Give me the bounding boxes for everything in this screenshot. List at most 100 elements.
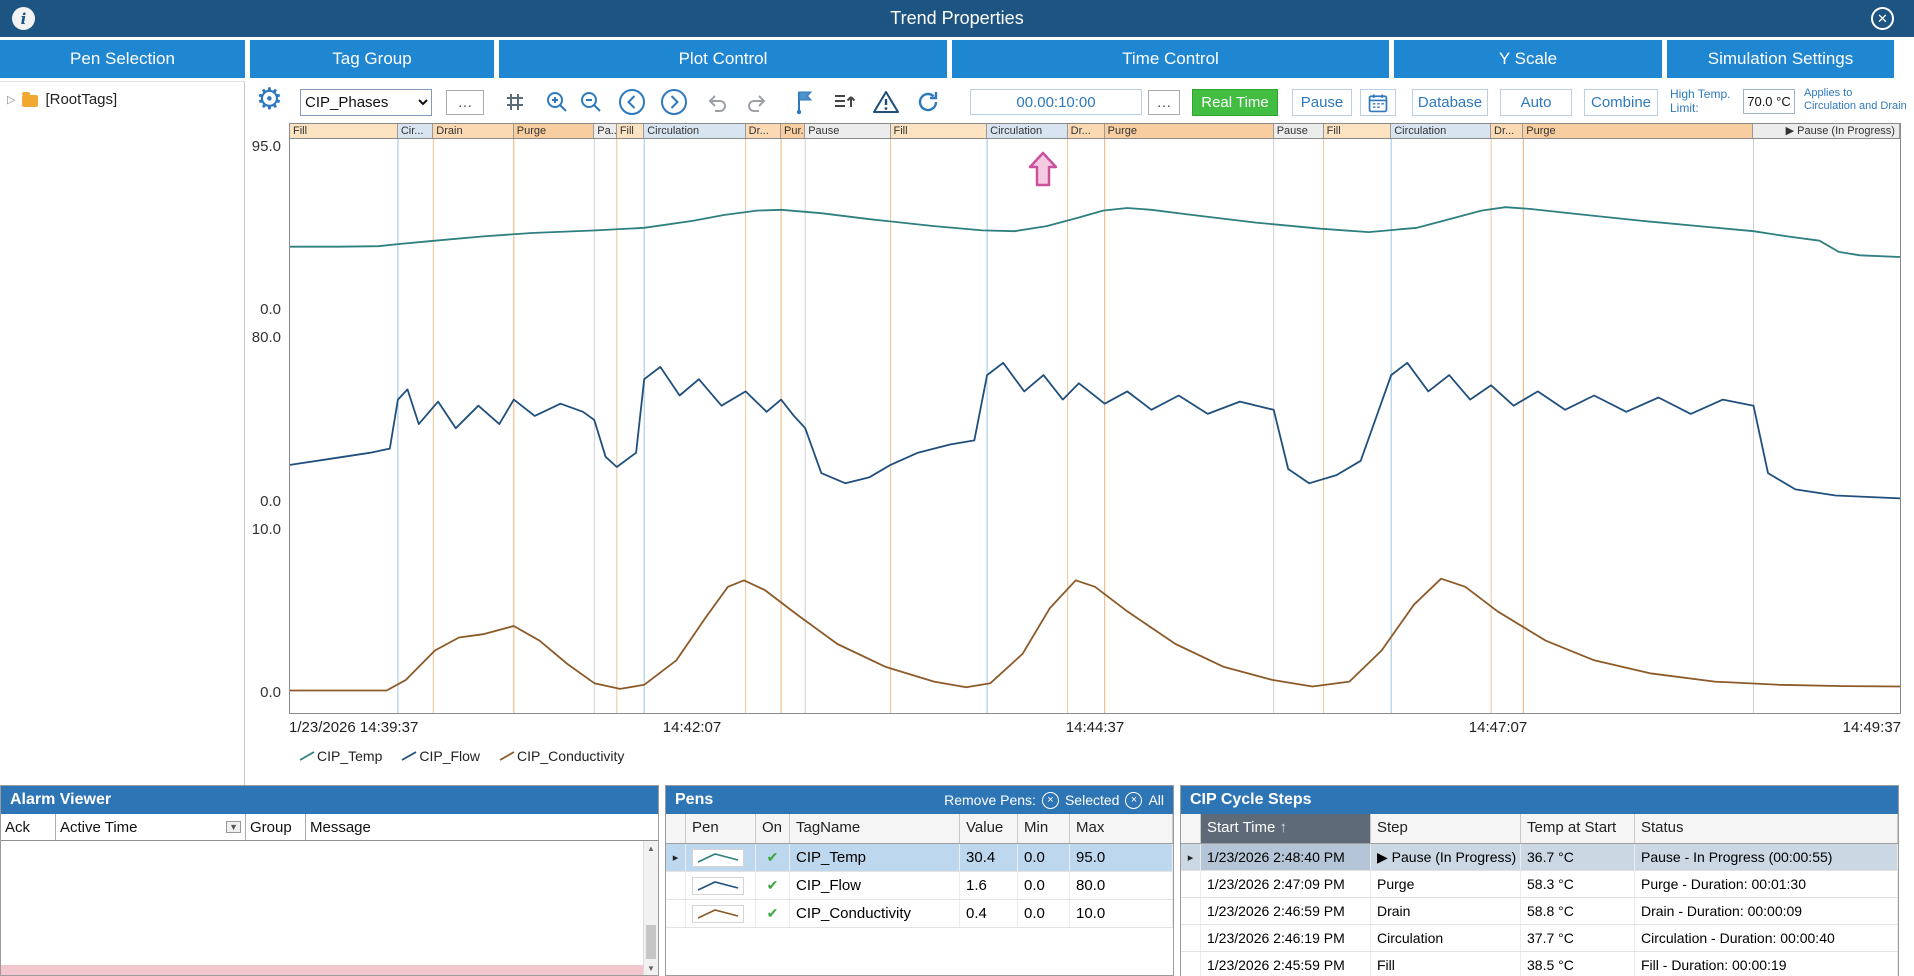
cip-table-header: Start Time ↑StepTemp at StartStatus — [1181, 814, 1898, 844]
cip-column-indicator[interactable] — [1181, 814, 1201, 843]
remove-selected-icon[interactable]: × — [1042, 792, 1059, 809]
pens-column-indicator[interactable] — [666, 814, 686, 843]
phase-segment: Pause — [805, 124, 890, 138]
pens-column-tagname[interactable]: TagName — [790, 814, 960, 843]
cip-column-temp-at-start[interactable]: Temp at Start — [1521, 814, 1635, 843]
high-temp-limit-input[interactable] — [1743, 89, 1795, 114]
cip-column-step[interactable]: Step — [1371, 814, 1521, 843]
tree-item-roottags[interactable]: ▷ [RootTags] — [0, 82, 244, 117]
cip-step-row[interactable]: 1/23/2026 2:47:09 PMPurge58.3 °CPurge - … — [1181, 871, 1898, 898]
cip-temp-at-start: 58.8 °C — [1521, 898, 1635, 924]
calendar-button[interactable] — [1360, 89, 1396, 116]
x-axis-label: 14:47:07 — [1469, 719, 1527, 736]
annotation-flag-icon[interactable] — [792, 87, 818, 115]
filter-icon[interactable]: ▼ — [226, 821, 241, 833]
expand-icon[interactable]: ▷ — [7, 93, 15, 106]
real-time-button[interactable]: Real Time — [1192, 89, 1278, 116]
pen-max: 80.0 — [1070, 872, 1173, 899]
legend: CIP_TempCIP_FlowCIP_Conductivity — [298, 748, 624, 764]
grid-icon[interactable] — [504, 91, 526, 113]
pens-row[interactable]: ✔CIP_Flow1.60.080.0 — [666, 872, 1173, 900]
remove-selected-label[interactable]: Selected — [1065, 792, 1119, 808]
pens-row[interactable]: ✔CIP_Conductivity0.40.010.0 — [666, 900, 1173, 928]
legend-line-sample — [400, 750, 418, 762]
cip-column-status[interactable]: Status — [1635, 814, 1898, 843]
tab-y-scale[interactable]: Y Scale — [1394, 40, 1662, 78]
auto-button[interactable]: Auto — [1500, 89, 1572, 116]
scrollbar[interactable]: ▲ ▼ — [643, 841, 658, 975]
tag-group-more-button[interactable]: … — [446, 90, 484, 115]
database-button[interactable]: Database — [1412, 89, 1488, 116]
remove-all-icon[interactable]: × — [1125, 792, 1142, 809]
y-axis-label: 0.0 — [235, 493, 281, 510]
legend-item: CIP_Conductivity — [498, 748, 624, 764]
pens-column-value[interactable]: Value — [960, 814, 1018, 843]
legend-item: CIP_Temp — [298, 748, 382, 764]
cip-steps-header: CIP Cycle Steps — [1181, 786, 1898, 814]
pens-table-header: PenOnTagNameValueMinMax — [666, 814, 1173, 844]
cip-step-row[interactable]: 1/23/2026 2:46:59 PMDrain58.8 °CDrain - … — [1181, 898, 1898, 925]
plot-svg — [290, 139, 1900, 713]
pens-column-pen[interactable]: Pen — [686, 814, 756, 843]
tab-pen-selection[interactable]: Pen Selection — [0, 40, 245, 78]
trend-properties-window: i Trend Properties ✕ Pen SelectionTag Gr… — [0, 0, 1914, 976]
pen-line-sample — [686, 900, 756, 927]
pens-column-min[interactable]: Min — [1018, 814, 1070, 843]
row-indicator — [1181, 898, 1201, 924]
tag-group-select[interactable]: CIP_Phases — [300, 89, 432, 116]
warning-icon[interactable] — [872, 88, 900, 116]
step-back-icon[interactable] — [618, 88, 646, 116]
x-axis-label: 14:44:37 — [1066, 719, 1124, 736]
phase-segment: Fill — [290, 124, 398, 138]
step-forward-icon[interactable] — [660, 88, 688, 116]
phase-segment: Dr... — [746, 124, 781, 138]
pens-row[interactable]: ▸✔CIP_Temp30.40.095.0 — [666, 844, 1173, 872]
phase-segment: Fill — [891, 124, 988, 138]
pen-value: 1.6 — [960, 872, 1018, 899]
scrollbar-thumb[interactable] — [646, 925, 656, 959]
gear-icon[interactable]: ⚙ — [256, 85, 283, 115]
scroll-up-icon[interactable]: ▲ — [644, 841, 658, 855]
cip-step-row[interactable]: 1/23/2026 2:45:59 PMFill38.5 °CFill - Du… — [1181, 952, 1898, 976]
pen-on-checkbox[interactable]: ✔ — [756, 872, 790, 899]
alarm-column-header: AckActive Time▼GroupMessage — [1, 814, 658, 841]
phase-strip: FillCir...DrainPurgePa...FillCirculation… — [290, 124, 1900, 139]
cip-temp-at-start: 36.7 °C — [1521, 844, 1635, 870]
y-axis-label: 0.0 — [235, 301, 281, 318]
pens-header: Pens Remove Pens: × Selected × All — [666, 786, 1173, 814]
tab-tag-group[interactable]: Tag Group — [250, 40, 494, 78]
refresh-icon[interactable] — [914, 88, 942, 116]
phase-segment: Drain — [433, 124, 514, 138]
time-span-input[interactable] — [970, 89, 1142, 115]
pen-order-icon[interactable] — [832, 90, 856, 114]
alarm-row[interactable] — [1, 965, 643, 975]
pen-on-checkbox[interactable]: ✔ — [756, 844, 790, 871]
annotation-marker[interactable] — [1028, 151, 1058, 192]
combine-button[interactable]: Combine — [1584, 89, 1658, 116]
zoom-out-icon[interactable] — [578, 89, 604, 115]
y-axis-label: 0.0 — [235, 684, 281, 701]
tab-time-control[interactable]: Time Control — [952, 40, 1389, 78]
tab-simulation-settings[interactable]: Simulation Settings — [1667, 40, 1894, 78]
pause-button[interactable]: Pause — [1292, 89, 1352, 116]
close-icon[interactable]: ✕ — [1871, 7, 1894, 30]
pens-title: Pens — [675, 791, 713, 809]
y-axis-label: 80.0 — [235, 329, 281, 346]
time-more-button[interactable]: … — [1148, 90, 1180, 115]
pen-on-checkbox[interactable]: ✔ — [756, 900, 790, 927]
undo-icon[interactable] — [706, 91, 730, 115]
zoom-in-icon[interactable] — [544, 89, 570, 115]
redo-icon[interactable] — [744, 91, 768, 115]
alarm-viewer-title: Alarm Viewer — [10, 791, 111, 809]
scroll-down-icon[interactable]: ▼ — [644, 961, 658, 975]
cip-column-start-time[interactable]: Start Time ↑ — [1201, 814, 1371, 843]
pens-column-on[interactable]: On — [756, 814, 790, 843]
tab-plot-control[interactable]: Plot Control — [499, 40, 947, 78]
pen-tagname: CIP_Flow — [790, 872, 960, 899]
pens-column-max[interactable]: Max — [1070, 814, 1173, 843]
plot-area[interactable] — [290, 139, 1900, 713]
row-indicator: ▸ — [666, 844, 686, 871]
cip-step-row[interactable]: ▸1/23/2026 2:48:40 PM▶ Pause (In Progres… — [1181, 844, 1898, 871]
remove-all-label[interactable]: All — [1148, 792, 1164, 808]
cip-step-row[interactable]: 1/23/2026 2:46:19 PMCirculation37.7 °CCi… — [1181, 925, 1898, 952]
